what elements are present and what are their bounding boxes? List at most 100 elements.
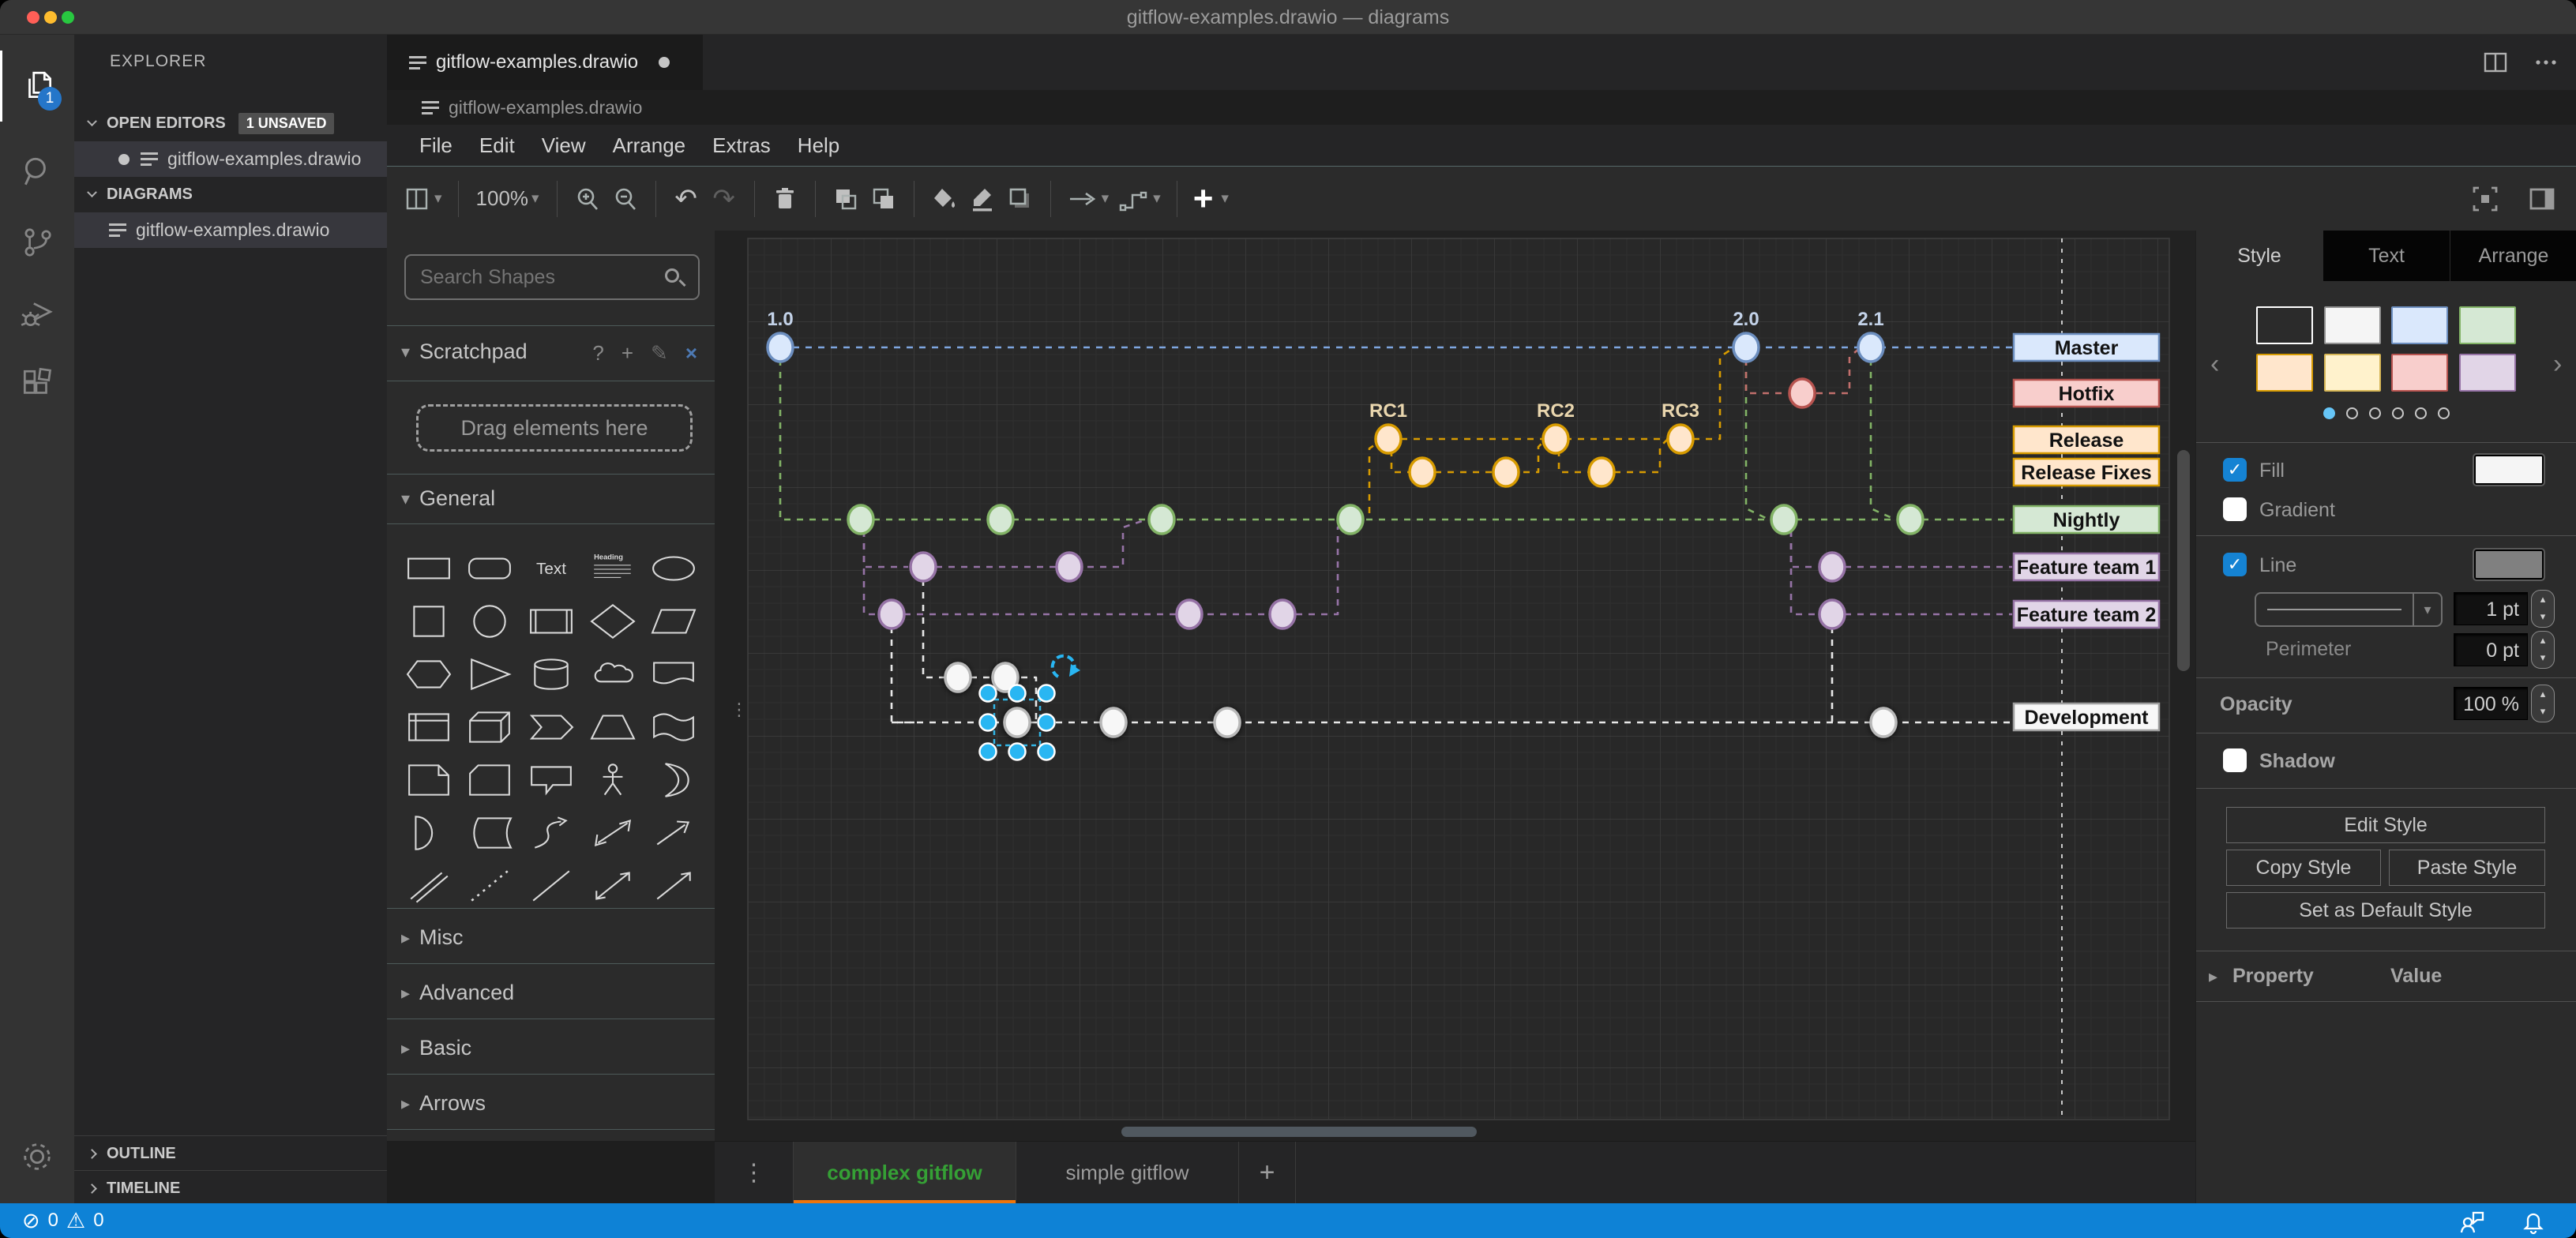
shape-rounded-rectangle[interactable] [460, 542, 521, 595]
style-swatch-2[interactable] [2391, 306, 2448, 344]
sidebar-item-run-debug[interactable] [0, 278, 74, 349]
sidebar-item-search[interactable] [0, 136, 74, 207]
sidebar-item-source-control[interactable] [0, 207, 74, 278]
shape-document[interactable] [643, 647, 704, 700]
shape-trapezoid[interactable] [582, 700, 644, 753]
commit-node-green[interactable] [1149, 505, 1174, 534]
section-arrows[interactable]: ▸Arrows [401, 1091, 486, 1116]
scratchpad-dropzone[interactable]: Drag elements here [416, 404, 693, 452]
undo-button[interactable]: ↶ [667, 177, 705, 221]
shape-callout[interactable] [520, 753, 582, 806]
swatch-page-dot-0[interactable] [2323, 407, 2335, 419]
format-tab-text[interactable]: Text [2323, 231, 2450, 281]
shape-ellipse[interactable] [643, 542, 704, 595]
general-section-header[interactable]: ▾General [401, 486, 495, 511]
commit-node-purple[interactable] [1819, 600, 1845, 628]
commit-node-white[interactable] [1101, 708, 1126, 737]
sidebar-item-extensions[interactable] [0, 349, 74, 420]
commit-node-purple[interactable] [1819, 553, 1845, 581]
problems-indicator[interactable]: ⊘ 0 ⚠ 0 [0, 1209, 104, 1233]
edit-style-button[interactable]: Edit Style [2226, 807, 2545, 843]
commit-node-green[interactable] [848, 505, 873, 534]
split-editor-icon[interactable] [2481, 48, 2510, 77]
shape-circle[interactable] [460, 595, 521, 647]
swatch-prev-button[interactable]: ‹ [2210, 349, 2219, 380]
shape-directional-connector[interactable] [643, 859, 704, 912]
diagrams-section-header[interactable]: DIAGRAMS [74, 177, 387, 212]
shape-note[interactable] [398, 753, 460, 806]
shape-text[interactable]: Text [520, 542, 582, 595]
style-swatch-6[interactable] [2391, 354, 2448, 392]
commit-node-orange[interactable] [1589, 458, 1614, 486]
section-basic[interactable]: ▸Basic [401, 1036, 471, 1060]
menu-extras[interactable]: Extras [699, 129, 784, 163]
line-checkbox[interactable]: ✓ [2223, 553, 2247, 576]
commit-node-white[interactable] [1871, 708, 1896, 737]
tab-gitflow-examples[interactable]: gitflow-examples.drawio [387, 35, 703, 90]
format-tab-style[interactable]: Style [2196, 231, 2323, 281]
open-editors-header[interactable]: OPEN EDITORS 1 UNSAVED [74, 106, 387, 141]
page-tab-complex-gitflow[interactable]: complex gitflow [794, 1142, 1016, 1204]
open-editor-item[interactable]: gitflow-examples.drawio [74, 141, 387, 177]
shadow-checkbox[interactable] [2223, 748, 2247, 772]
diagram-file-item[interactable]: gitflow-examples.drawio [74, 212, 387, 248]
opacity-input[interactable]: 100 % [2454, 687, 2528, 720]
shape-triangle[interactable] [460, 647, 521, 700]
outline-section-header[interactable]: OUTLINE [74, 1135, 387, 1171]
shape-parallelogram[interactable] [643, 595, 704, 647]
copy-style-button[interactable]: Copy Style [2226, 850, 2381, 886]
style-swatch-5[interactable] [2324, 354, 2381, 392]
shape-card[interactable] [460, 753, 521, 806]
fill-checkbox[interactable]: ✓ [2223, 458, 2247, 482]
shape-cylinder[interactable] [520, 647, 582, 700]
pages-menu-button[interactable]: ⋮ [715, 1142, 794, 1204]
commit-node-green[interactable] [1771, 505, 1797, 534]
shape-cube[interactable] [460, 700, 521, 753]
shape-and[interactable] [398, 806, 460, 859]
selection-handle[interactable] [1038, 715, 1055, 731]
section-misc[interactable]: ▸Misc [401, 925, 464, 950]
notifications-bell-icon[interactable] [2519, 1206, 2548, 1235]
insert-button[interactable]: +▾ [1188, 177, 1234, 221]
style-swatch-7[interactable] [2459, 354, 2516, 392]
shape-bidirectional-connector[interactable] [582, 859, 644, 912]
commit-node-orange[interactable] [1668, 425, 1693, 453]
shape-cloud[interactable] [582, 647, 644, 700]
search-shapes-input[interactable] [404, 254, 700, 300]
more-actions-icon[interactable] [2532, 48, 2560, 77]
style-swatch-1[interactable] [2324, 306, 2381, 344]
selection-handle[interactable] [1009, 744, 1026, 760]
line-color-swatch[interactable] [2474, 550, 2544, 580]
shape-or[interactable] [643, 753, 704, 806]
delete-button[interactable] [766, 177, 804, 221]
commit-node-white[interactable] [945, 663, 971, 692]
scratchpad-section-header[interactable]: ▾Scratchpad [401, 340, 528, 364]
commit-node-purple[interactable] [1177, 600, 1202, 628]
commit-node-orange[interactable] [1376, 425, 1401, 453]
gradient-checkbox[interactable] [2223, 497, 2247, 521]
fill-color-button[interactable] [926, 177, 963, 221]
shape-dashed-line[interactable] [460, 859, 521, 912]
page-tab-simple-gitflow[interactable]: simple gitflow [1016, 1142, 1239, 1204]
line-color-button[interactable] [963, 177, 1001, 221]
timeline-section-header[interactable]: TIMELINE [74, 1170, 387, 1206]
format-tab-arrange[interactable]: Arrange [2450, 231, 2576, 281]
line-width-stepper[interactable]: ▴▾ [2531, 590, 2555, 628]
commit-node-orange[interactable] [1493, 458, 1519, 486]
shape-curve[interactable] [520, 806, 582, 859]
shape-square[interactable] [398, 595, 460, 647]
commit-node-red[interactable] [1789, 379, 1815, 407]
shape-link[interactable] [398, 859, 460, 912]
menu-arrange[interactable]: Arrange [599, 129, 700, 163]
swatch-next-button[interactable]: › [2553, 349, 2562, 380]
canvas-horizontal-scrollbar[interactable] [1121, 1127, 1477, 1137]
menu-help[interactable]: Help [784, 129, 853, 163]
menu-edit[interactable]: Edit [466, 129, 528, 163]
zoom-dropdown[interactable]: 100%▾ [470, 177, 546, 221]
to-front-button[interactable] [827, 177, 865, 221]
selection-handle[interactable] [980, 685, 997, 702]
zoom-out-button[interactable] [606, 177, 644, 221]
selection-handle[interactable] [1009, 685, 1026, 702]
swatch-page-dot-5[interactable] [2438, 407, 2450, 419]
commit-node-white[interactable] [1004, 708, 1030, 737]
